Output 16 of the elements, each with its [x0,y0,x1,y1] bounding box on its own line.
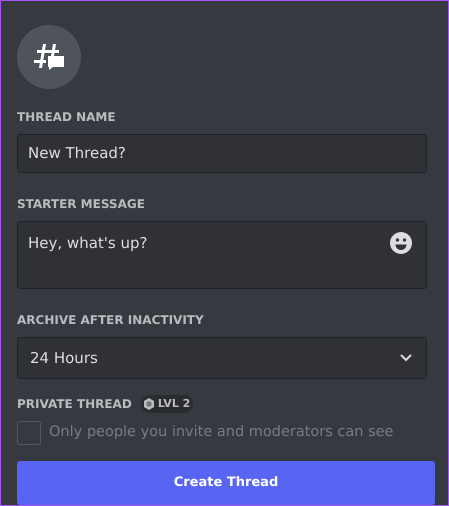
field-label: ARCHIVE AFTER INACTIVITY [17,312,205,328]
thread-name-input[interactable]: New Thread? [17,134,427,174]
message-text: Hey, what's up? [28,233,148,254]
checkbox-label: Only people you invite and moderators can see [49,423,394,442]
level-badge: LVL 2 [140,394,194,414]
chevron-down-icon [400,354,412,362]
field-label: THREAD NAME [17,108,117,125]
emoji-icon[interactable] [390,232,412,254]
thread-icon [34,44,64,70]
archive-dropdown[interactable]: 24 Hours [17,337,427,379]
field-label: STARTER MESSAGE [17,196,146,212]
gem-icon [144,398,154,410]
create-thread-button[interactable]: Create Thread [17,461,435,506]
field-label: PRIVATE THREAD [17,396,132,414]
starter-message-input[interactable]: Hey, what's up? [17,221,427,290]
dropdown-value: 24 Hours [30,348,98,369]
